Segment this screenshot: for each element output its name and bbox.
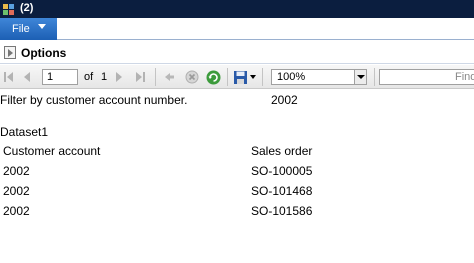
table-cell-customer-account: 2002 [3,184,30,198]
last-page-button[interactable] [136,72,146,82]
file-menu-button[interactable]: File [0,18,57,40]
column-header-customer-account: Customer account [3,144,101,158]
dataset-title: Dataset1 [0,125,49,139]
toolbar-separator [155,68,156,86]
toolbar-separator [227,68,228,86]
page-number-input[interactable]: 1 [42,69,78,85]
chevron-down-icon[interactable] [250,75,256,79]
options-label: Options [21,46,67,60]
table-cell-sales-order: SO-101586 [251,204,313,218]
stop-icon[interactable] [185,70,199,84]
report-body: Filter by customer account number. 2002 … [0,90,474,263]
report-toolbar: 1 of 1 100% Find [0,65,474,89]
toolbar-separator [262,68,263,86]
back-icon[interactable] [163,71,175,83]
title-bar: (2) [0,0,474,18]
of-label: of [84,71,94,83]
first-page-button[interactable] [4,72,14,82]
zoom-select[interactable]: 100% [271,69,367,85]
app-icon [3,4,14,15]
table-cell-customer-account: 2002 [3,204,30,218]
table-cell-sales-order: SO-100005 [251,164,313,178]
previous-page-button[interactable] [24,72,32,82]
window-title: (2) [20,2,34,14]
filter-value: 2002 [271,93,298,107]
table-cell-sales-order: SO-101468 [251,184,313,198]
ribbon: File [0,18,474,40]
save-export-icon[interactable] [233,70,248,85]
expand-arrow-icon [4,46,16,59]
file-menu-label: File [12,23,30,35]
table-cell-customer-account: 2002 [3,164,30,178]
options-bar[interactable]: Options [0,41,474,64]
filter-label: Filter by customer account number. [0,93,188,107]
column-header-sales-order: Sales order [251,144,313,158]
total-pages: 1 [101,71,108,83]
chevron-down-icon[interactable] [354,70,366,84]
toolbar-separator [374,68,375,86]
chevron-down-icon [38,24,46,29]
zoom-value: 100% [277,71,306,83]
find-input[interactable]: Find [379,69,474,85]
refresh-icon[interactable] [206,70,221,85]
next-page-button[interactable] [116,72,124,82]
